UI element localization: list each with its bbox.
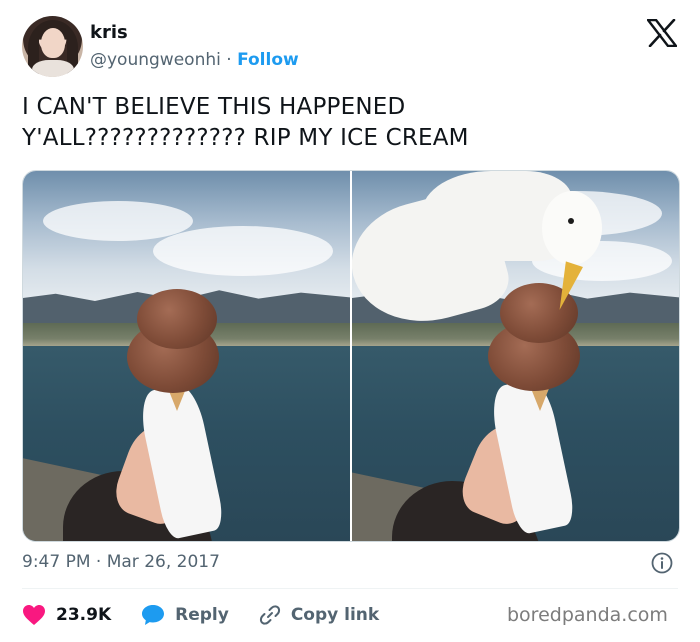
action-bar: 23.9K Reply Copy link [22, 600, 409, 630]
copy-link-label: Copy link [290, 605, 380, 625]
avatar-shirt [32, 60, 74, 77]
like-button[interactable]: 23.9K [22, 604, 111, 626]
cloud [153, 226, 333, 276]
seagull-head [542, 191, 602, 265]
display-name[interactable]: kris [90, 22, 128, 43]
photo-left[interactable] [23, 171, 350, 541]
user-handle[interactable]: @youngweonhi [90, 50, 221, 70]
handle-row: @youngweonhi · Follow [90, 50, 299, 70]
reply-button[interactable]: Reply [141, 604, 229, 626]
tweet-timestamp[interactable]: 9:47 PM · Mar 26, 2017 [22, 552, 220, 572]
photo-right[interactable] [352, 171, 679, 541]
avatar-face [41, 28, 65, 58]
tweet-text-line-2: Y'ALL????????????? RIP MY ICE CREAM [22, 125, 469, 151]
link-icon [259, 605, 280, 625]
copy-link-button[interactable]: Copy link [259, 604, 379, 626]
separator: · [226, 50, 232, 70]
reply-bubble-icon [142, 605, 165, 625]
tweet-media[interactable] [22, 170, 680, 542]
reply-label: Reply [175, 605, 229, 625]
ice-cream-scoop [137, 289, 217, 349]
follow-button[interactable]: Follow [237, 50, 299, 70]
tweet-text: I CAN'T BELIEVE THIS HAPPENED Y'ALL?????… [22, 92, 672, 154]
seagull-eye [568, 218, 574, 224]
info-icon[interactable] [651, 552, 673, 574]
x-logo-icon[interactable] [647, 19, 677, 47]
tweet-text-line-1: I CAN'T BELIEVE THIS HAPPENED [22, 94, 406, 120]
divider [22, 588, 678, 589]
source-credit: boredpanda.com [507, 604, 668, 626]
heart-icon [23, 605, 45, 625]
like-count: 23.9K [56, 605, 112, 625]
avatar[interactable] [22, 16, 83, 77]
